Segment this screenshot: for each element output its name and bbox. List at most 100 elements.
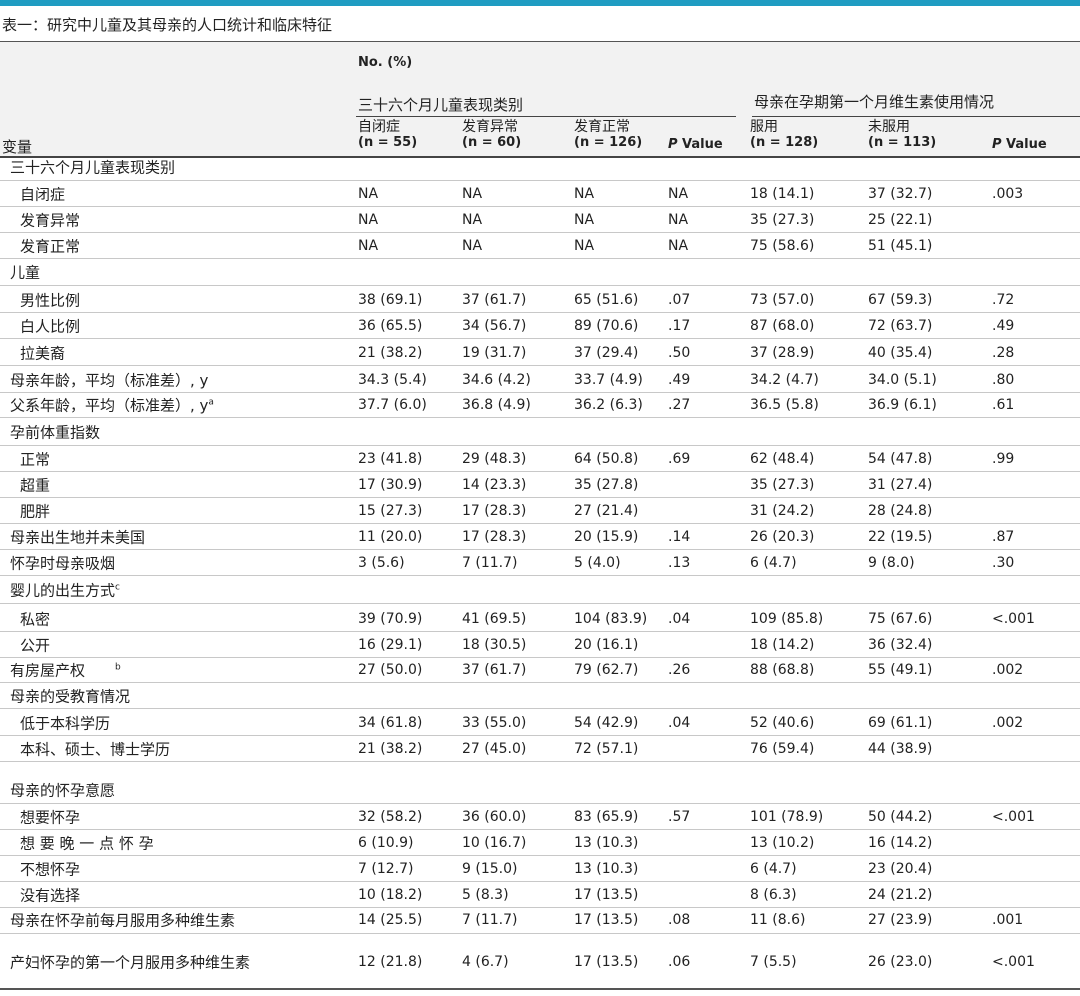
table-cell: 37 (29.4) [574,345,639,361]
table-cell: NA [668,186,689,202]
table-cell: 16 (14.2) [868,835,933,851]
table-cell: 62 (48.4) [750,451,815,467]
column-header-name: 未服用 [868,119,910,135]
column-header-n: (n = 126) [574,135,643,150]
table-cell: 36.8 (4.9) [462,397,531,413]
table-cell: .87 [992,529,1015,545]
table-cell: 27 (21.4) [574,503,639,519]
table-cell: .49 [668,372,691,388]
column-header-value: Value [677,137,723,152]
table-cell: 33.7 (4.9) [574,372,643,388]
table-cell: 13 (10.2) [750,835,815,851]
section-header-row: 三十六个月儿童表现类别 [0,157,1080,181]
table-cell: 75 (67.6) [868,611,933,627]
row-label: 有房屋产权 b [10,660,121,681]
table-cell: 8 (6.3) [750,887,797,903]
table-cell: .50 [668,345,691,361]
table-cell: 14 (25.5) [358,912,423,928]
row-label: 公开 [20,635,50,656]
table-cell: NA [668,212,689,228]
table-cell: NA [462,238,483,254]
table-cell: 29 (48.3) [462,451,527,467]
column-header: 未服用 (n = 113) [868,119,937,151]
table-cell: 32 (58.2) [358,809,423,825]
table-cell: 35 (27.8) [574,477,639,493]
table-cell: 34 (56.7) [462,318,527,334]
table-cell: .69 [668,451,691,467]
row-label: 肥胖 [20,501,50,522]
column-header-p: P [992,137,1002,152]
row-label: 产妇怀孕的第一个月服用多种维生素 [10,952,250,973]
table-cell: NA [574,186,595,202]
table-cell: 13 (10.3) [574,861,639,877]
table-cell: 27 (50.0) [358,662,423,678]
table-cell: 6 (10.9) [358,835,414,851]
section-header-row: 孕前体重指数 [0,418,1080,446]
table-cell: 34 (61.8) [358,715,423,731]
column-header-n: (n = 55) [358,135,418,150]
table-cell: 21 (38.2) [358,345,423,361]
table-cell: 26 (23.0) [868,954,933,970]
column-header-n: (n = 60) [462,135,522,150]
table-cell: 67 (59.3) [868,292,933,308]
table-cell: 34.3 (5.4) [358,372,427,388]
table-cell: 3 (5.6) [358,555,405,571]
row-label: 不想怀孕 [20,859,80,880]
section-header-row: 儿童 [0,259,1080,286]
group-header-vitamin: 母亲在孕期第一个月维生素使用情况 [754,93,995,111]
table-cell: 16 (29.1) [358,637,423,653]
table-cell: 28 (24.8) [868,503,933,519]
row-label: 母亲年龄，平均（标准差）, y [10,370,208,391]
table-cell: 37 (61.7) [462,292,527,308]
table-cell: 87 (68.0) [750,318,815,334]
row-label: 想 要 晚 一 点 怀 孕 [20,833,154,854]
no-pct-label: No. (%) [358,55,413,70]
table-cell: 88 (68.8) [750,662,815,678]
table-row: 母亲在怀孕前每月服用多种维生素 14 (25.5) 7 (11.7) 17 (13.5… [0,908,1080,934]
group-underline-outcome [356,116,736,117]
table-cell: 69 (61.1) [868,715,933,731]
table-cell: .61 [992,397,1015,413]
table-cell: 17 (28.3) [462,529,527,545]
row-label: 儿童 [10,262,40,283]
table-cell: 83 (65.9) [574,809,639,825]
row-label-text: 产妇怀孕的第一个月服用多种维生素 [10,953,251,972]
footnote-marker: c [115,582,120,593]
table-row: 男性比例 38 (69.1) 37 (61.7) 65 (51.6) .07 73 (57… [0,286,1080,313]
column-header: P Value [668,137,723,152]
table-cell: .001 [992,912,1024,928]
row-label-text: 没有选择 [20,886,81,905]
row-label: 母亲出生地并未美国 [10,527,145,548]
table-row: 低于本科学历 34 (61.8) 33 (55.0) 54 (42.9) .04 52 (… [0,709,1080,736]
table-cell: 36 (32.4) [868,637,933,653]
table-cell: NA [462,186,483,202]
table-cell: .57 [668,809,691,825]
table-cell: 36.2 (6.3) [574,397,643,413]
table-cell: .13 [668,555,691,571]
table-cell: 27 (45.0) [462,741,527,757]
table-cell: 20 (16.1) [574,637,639,653]
row-label: 低于本科学历 [20,713,110,734]
table-cell: .80 [992,372,1015,388]
table-row: 有房屋产权 b 27 (50.0) 37 (61.7) 79 (62.7) .26 88 (… [0,658,1080,683]
column-header-n: (n = 128) [750,135,819,150]
row-label: 母亲在怀孕前每月服用多种维生素 [10,910,235,931]
table-cell: 26 (20.3) [750,529,815,545]
table-cell: NA [668,238,689,254]
column-header: 自闭症 (n = 55) [358,120,418,151]
row-label-text: 本科、硕士、博士学历 [20,740,171,759]
table-cell: 10 (16.7) [462,835,527,851]
column-header-value: Value [1001,137,1047,152]
row-label: 婴儿的出生方式c [10,580,120,601]
section-header-row: 母亲的受教育情况 [0,683,1080,709]
table-cell: 37 (32.7) [868,186,933,202]
row-label: 三十六个月儿童表现类别 [10,157,175,178]
table-row: 想 要 晚 一 点 怀 孕 6 (10.9) 10 (16.7) 13 (10.3) 1… [0,830,1080,856]
table-cell: 101 (78.9) [750,809,824,825]
table-cell: 4 (6.7) [462,954,509,970]
table-cell: 72 (57.1) [574,741,639,757]
row-label-text: 低于本科学历 [20,714,111,733]
column-header-n: (n = 113) [868,135,937,150]
top-accent-bar [0,0,1080,6]
table-cell: .99 [992,451,1015,467]
